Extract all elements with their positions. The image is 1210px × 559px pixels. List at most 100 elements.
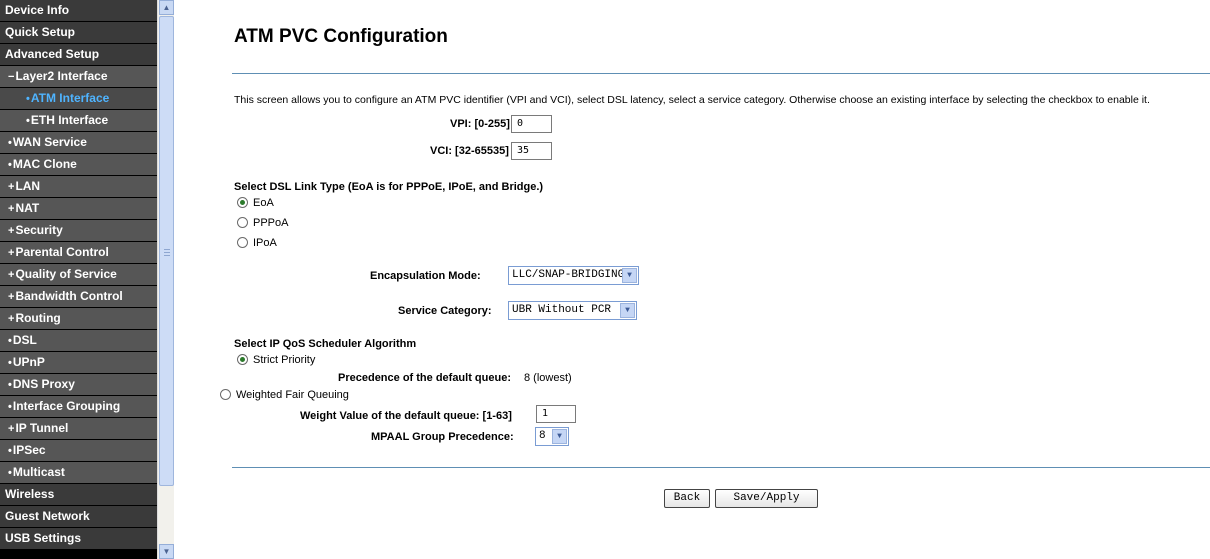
vpi-label: VPI: [0-255] (450, 118, 510, 130)
precedence-label: Precedence of the default queue: (338, 372, 511, 384)
sidebar-item-security[interactable]: +Security (0, 220, 157, 241)
sidebar-item-ipsec[interactable]: •IPSec (0, 440, 157, 461)
sidebar-item-label: Parental Control (15, 245, 109, 259)
link-type-ipoa[interactable]: IPoA (237, 235, 277, 251)
save-apply-button[interactable]: Save/Apply (715, 489, 818, 508)
sidebar-bullet-icon: • (8, 357, 12, 369)
sidebar-bullet-icon: • (8, 335, 12, 347)
sidebar-bullet-icon: + (8, 225, 15, 237)
sidebar-scrollbar[interactable]: ▲ ▼ (157, 0, 174, 559)
sidebar-item-ip-tunnel[interactable]: +IP Tunnel (0, 418, 157, 439)
sidebar-item-label: IP Tunnel (15, 421, 69, 435)
sidebar-bullet-icon: + (8, 247, 15, 259)
sidebar-bullet-icon: + (8, 203, 15, 215)
sidebar-item-label: Quick Setup (5, 25, 76, 39)
sidebar-item-label: NAT (15, 201, 40, 215)
sidebar-item-label: Quality of Service (15, 267, 117, 281)
sidebar-item-label: Layer2 Interface (15, 69, 108, 83)
sidebar-item-label: DNS Proxy (12, 377, 75, 391)
sidebar-item-usb-settings[interactable]: USB Settings (0, 528, 157, 549)
sidebar-item-eth-interface[interactable]: •ETH Interface (0, 110, 157, 131)
sidebar-item-bandwidth-control[interactable]: +Bandwidth Control (0, 286, 157, 307)
radio-eoa[interactable] (237, 197, 248, 208)
chevron-down-icon: ▼ (620, 303, 635, 318)
encapsulation-label: Encapsulation Mode: (370, 270, 481, 282)
sidebar-bullet-icon: • (8, 467, 12, 479)
sidebar-item-label: Wireless (5, 487, 55, 501)
sidebar-bullet-icon: • (8, 159, 12, 171)
vci-input[interactable]: 35 (511, 142, 552, 160)
link-type-eoa[interactable]: EoA (237, 195, 274, 211)
sidebar-item-parental-control[interactable]: +Parental Control (0, 242, 157, 263)
sidebar-bullet-icon: • (8, 137, 12, 149)
radio-strict-priority[interactable] (237, 354, 248, 365)
sidebar-item-atm-interface[interactable]: •ATM Interface (0, 88, 157, 109)
strict-priority-option[interactable]: Strict Priority (237, 352, 315, 368)
sidebar-item-advanced-setup[interactable]: Advanced Setup (0, 44, 157, 65)
sidebar-item-label: DSL (12, 333, 37, 347)
back-button[interactable]: Back (664, 489, 710, 508)
sidebar-item-label: MAC Clone (12, 157, 77, 171)
sidebar-item-label: Routing (15, 311, 61, 325)
main-content: ATM PVC Configuration This screen allows… (174, 0, 1210, 559)
sidebar-bullet-icon: • (8, 445, 12, 457)
sidebar-item-routing[interactable]: +Routing (0, 308, 157, 329)
divider-top (232, 73, 1210, 74)
sidebar-item-label: WAN Service (12, 135, 87, 149)
sidebar-item-upnp[interactable]: •UPnP (0, 352, 157, 373)
weight-label: Weight Value of the default queue: [1-63… (300, 410, 512, 422)
service-category-label: Service Category: (398, 305, 492, 317)
sidebar-item-layer2-interface[interactable]: −Layer2 Interface (0, 66, 157, 87)
sidebar-item-label: Multicast (12, 465, 65, 479)
sidebar-item-interface-grouping[interactable]: •Interface Grouping (0, 396, 157, 417)
service-category-select[interactable]: UBR Without PCR ▼ (508, 301, 637, 320)
sidebar-item-guest-network[interactable]: Guest Network (0, 506, 157, 527)
sidebar-item-label: USB Settings (5, 531, 82, 545)
sidebar-item-label: Security (15, 223, 63, 237)
sidebar-item-device-info[interactable]: Device Info (0, 0, 157, 21)
sidebar-item-label: ATM Interface (30, 91, 110, 105)
sidebar-bullet-icon: + (8, 291, 15, 303)
page-description: This screen allows you to configure an A… (234, 94, 1150, 106)
encapsulation-select[interactable]: LLC/SNAP-BRIDGING ▼ (508, 266, 639, 285)
radio-ipoa[interactable] (237, 237, 248, 248)
sidebar-bullet-icon: + (8, 313, 15, 325)
sidebar-bullet-icon: + (8, 269, 15, 281)
sidebar-item-wan-service[interactable]: •WAN Service (0, 132, 157, 153)
precedence-value: 8 (lowest) (524, 372, 572, 384)
chevron-down-icon: ▼ (552, 429, 567, 444)
page-title: ATM PVC Configuration (234, 26, 448, 47)
sidebar-item-wireless[interactable]: Wireless (0, 484, 157, 505)
sidebar-bullet-icon: • (8, 401, 12, 413)
wfq-option[interactable]: Weighted Fair Queuing (220, 387, 349, 403)
sidebar-item-quality-of-service[interactable]: +Quality of Service (0, 264, 157, 285)
sidebar-bullet-icon: • (8, 379, 12, 391)
sidebar-item-quick-setup[interactable]: Quick Setup (0, 22, 157, 43)
sidebar-item-dns-proxy[interactable]: •DNS Proxy (0, 374, 157, 395)
scroll-down-button[interactable]: ▼ (159, 544, 174, 559)
sidebar-bullet-icon: + (8, 423, 15, 435)
divider-bottom (232, 467, 1210, 468)
radio-wfq[interactable] (220, 389, 231, 400)
radio-pppoa[interactable] (237, 217, 248, 228)
sidebar-bullet-icon: − (8, 71, 15, 83)
mpaal-select[interactable]: 8 ▼ (535, 427, 569, 446)
weight-input[interactable]: 1 (536, 405, 576, 423)
chevron-down-icon: ▼ (622, 268, 637, 283)
link-type-pppoa[interactable]: PPPoA (237, 215, 288, 231)
vpi-input[interactable]: 0 (511, 115, 552, 133)
scroll-thumb[interactable] (159, 16, 174, 486)
mpaal-label: MPAAL Group Precedence: (371, 431, 514, 443)
sidebar-item-nat[interactable]: +NAT (0, 198, 157, 219)
scroll-up-button[interactable]: ▲ (159, 0, 174, 15)
sidebar-item-mac-clone[interactable]: •MAC Clone (0, 154, 157, 175)
sidebar-item-multicast[interactable]: •Multicast (0, 462, 157, 483)
sidebar-item-label: Bandwidth Control (15, 289, 123, 303)
sidebar-item-label: IPSec (12, 443, 46, 457)
sidebar-item-dsl[interactable]: •DSL (0, 330, 157, 351)
sidebar-item-lan[interactable]: +LAN (0, 176, 157, 197)
sidebar-item-label: Device Info (5, 3, 70, 17)
sidebar-bullet-icon: • (26, 93, 30, 105)
sidebar-item-label: UPnP (12, 355, 45, 369)
sidebar-bullet-icon: + (8, 181, 15, 193)
